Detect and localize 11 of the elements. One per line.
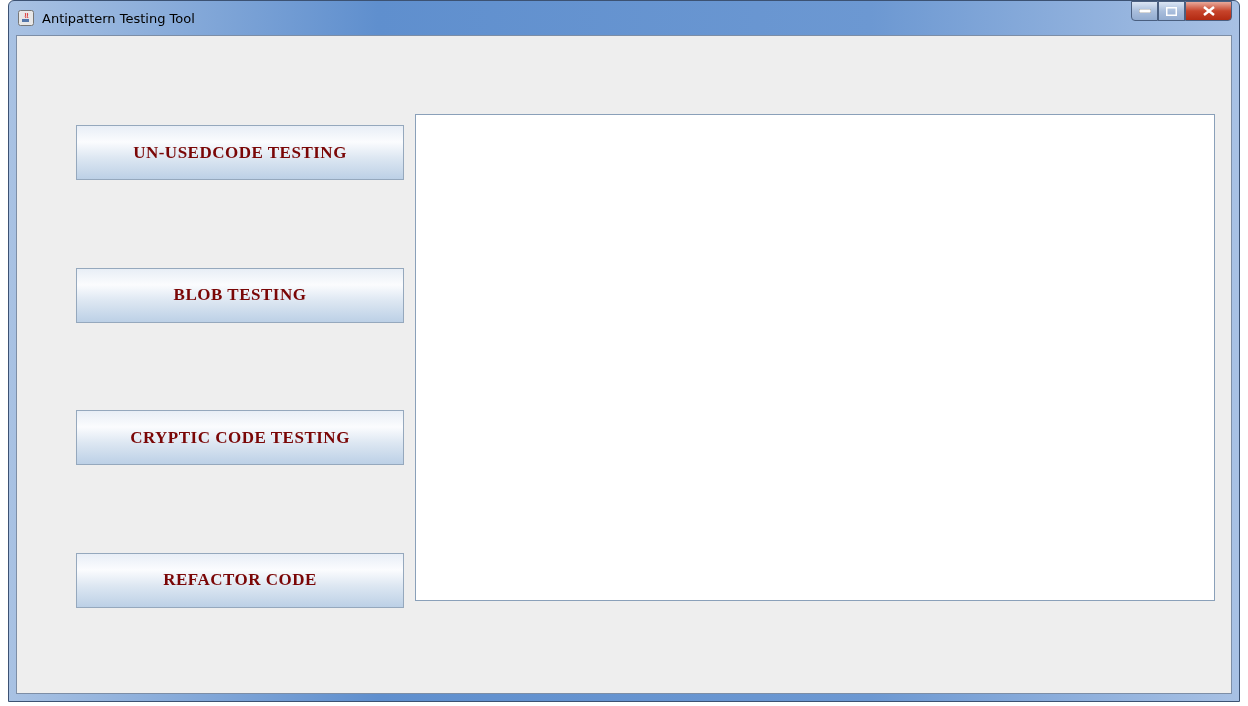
maximize-button[interactable] (1158, 1, 1185, 21)
minimize-icon (1138, 9, 1151, 13)
testing-button[interactable]: CRYPTIC CODE TESTING (76, 410, 404, 466)
testing-button[interactable]: BLOB TESTING (76, 267, 404, 323)
close-button[interactable] (1185, 1, 1232, 21)
testing-button[interactable]: UN-USEDCODE TESTING (76, 125, 404, 180)
window-title: Antipattern Testing Tool (42, 10, 195, 26)
close-icon (1202, 6, 1215, 16)
minimize-button[interactable] (1131, 1, 1158, 21)
testing-button[interactable]: REFACTOR CODE (76, 552, 404, 608)
maximize-icon (1166, 6, 1177, 16)
